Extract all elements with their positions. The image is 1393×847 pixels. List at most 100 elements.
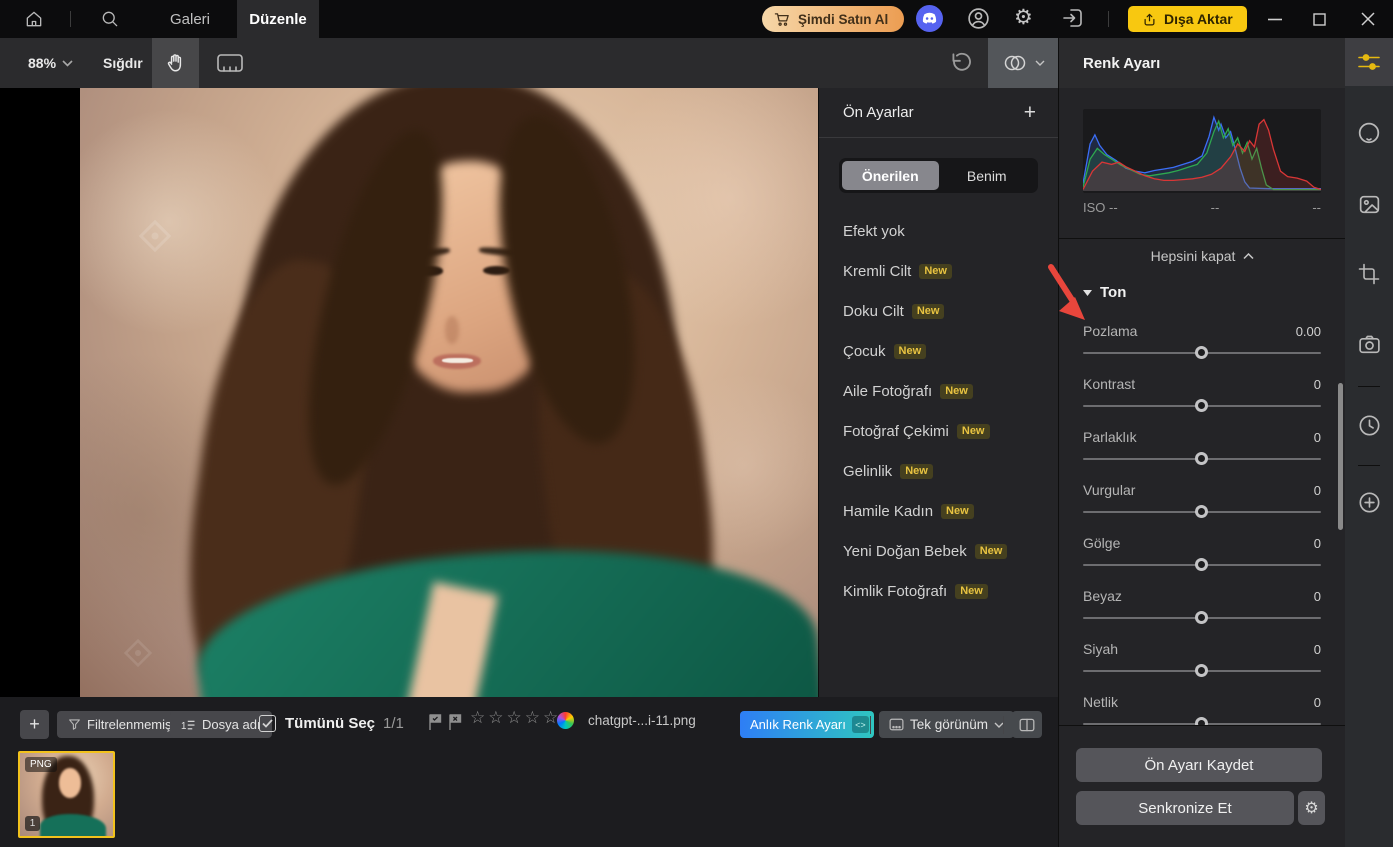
preset-item[interactable]: Çocuk New [819,331,1058,371]
sort-button[interactable]: 1 Dosya adı [170,711,272,738]
thumbnail-selected[interactable]: PNG 1 [18,751,115,838]
bottom-divider [870,716,871,734]
search-icon[interactable] [100,9,120,29]
preset-item[interactable]: Hamile Kadın New [819,491,1058,531]
settings-gear-icon[interactable]: ⚙ [1014,7,1033,28]
select-all-group[interactable]: Tümünü Seç 1/1 [285,710,404,737]
undo-icon[interactable] [948,50,974,76]
add-photo-button[interactable]: + [20,710,49,739]
slider-thumb[interactable] [1195,664,1208,677]
star-icon[interactable]: ☆ [543,709,558,726]
slider-value: 0 [1313,430,1321,445]
star-icon[interactable]: ☆ [507,709,522,726]
photo-portrait[interactable] [80,88,818,697]
preset-tab-onerilen[interactable]: Önerilen [842,161,939,190]
rail-crop-tool[interactable] [1345,250,1393,298]
exit-app-icon[interactable] [1061,6,1085,30]
compare-original-button[interactable] [988,38,1058,88]
chevron-down-icon [1035,60,1044,66]
slider-value: 0.00 [1295,324,1321,339]
filter-button[interactable]: Filtrelenmemiş [57,711,183,738]
split-view-button[interactable] [1012,711,1042,738]
preset-item[interactable]: Fotoğraf Çekimi New [819,411,1058,451]
account-icon[interactable] [966,6,991,31]
buy-now-button[interactable]: Şimdi Satın Al [762,6,905,32]
star-icon[interactable]: ☆ [525,709,540,726]
window-maximize-button[interactable] [1313,13,1326,26]
fit-button[interactable]: Sığdır [103,38,143,88]
rail-background-edit[interactable] [1345,180,1393,228]
preset-item-label: Doku Cilt [843,302,904,320]
slider-thumb[interactable] [1195,558,1208,571]
slider-thumb[interactable] [1195,452,1208,465]
before-after-slider-icon[interactable] [216,52,244,74]
rail-add-tool[interactable] [1345,478,1393,526]
export-button[interactable]: Dışa Aktar [1128,6,1247,32]
new-badge: New [956,423,990,439]
rail-portrait-retouch[interactable] [1345,110,1393,158]
code-badge-icon: <> [851,716,869,733]
flag-reject-icon[interactable] [448,713,462,731]
new-badge: New [900,463,933,479]
preset-item[interactable]: Kremli Cilt New [819,251,1058,291]
slider-label: Beyaz [1083,588,1122,604]
preset-tabs: Önerilen Benim [839,158,1038,193]
preset-item[interactable]: Gelinlik New [819,451,1058,491]
preset-item[interactable]: Aile Fotoğrafı New [819,371,1058,411]
sync-settings-button[interactable]: ⚙ [1298,791,1325,825]
instant-color-button[interactable]: Anlık Renk Ayarı <> [740,711,874,738]
slider-thumb[interactable] [1195,611,1208,624]
slider-thumb[interactable] [1195,346,1208,359]
slider-thumb[interactable] [1195,399,1208,412]
slider-thumb[interactable] [1195,505,1208,518]
preset-tab-benim[interactable]: Benim [939,161,1036,190]
sync-button[interactable]: Senkronize Et [1076,791,1294,825]
view-mode-dropdown[interactable]: Tek görünüm [879,711,1015,738]
filename-text: chatgpt-...i-11.png [588,713,696,728]
preset-item[interactable]: Kimlik Fotoğrafı New [819,571,1058,611]
home-icon[interactable] [24,9,44,29]
add-preset-button[interactable]: + [1024,102,1036,123]
flag-pick-icon[interactable] [428,713,442,731]
new-badge: New [955,583,988,599]
color-label-wheel[interactable] [557,712,574,729]
hand-icon [167,54,181,72]
funnel-icon [69,719,80,730]
canvas-area[interactable] [0,88,818,697]
iso-value: ISO -- [1083,200,1118,215]
preset-item[interactable]: Yeni Doğan Bebek New [819,531,1058,571]
save-preset-button[interactable]: Ön Ayarı Kaydet [1076,748,1322,782]
watermark-logo-2 [118,633,158,673]
window-minimize-button[interactable] [1268,18,1282,21]
bottom-divider-2 [1003,716,1004,734]
tab-duzenle[interactable]: Düzenle [237,0,319,38]
rail-adjustments-active[interactable] [1345,38,1393,86]
discord-icon[interactable] [916,5,943,32]
preset-item[interactable]: Efekt yok [819,211,1058,251]
select-all-label: Tümünü Seç [285,715,376,732]
zoom-level-dropdown[interactable]: 88% [28,38,73,88]
tab-galeri[interactable]: Galeri [160,0,220,38]
panel-scrollbar[interactable] [1338,383,1343,530]
slider-value: 0 [1313,377,1321,392]
clock-icon [1358,414,1380,436]
preset-item-label: Kremli Cilt [843,262,912,280]
right-tool-rail [1345,38,1393,847]
preset-item[interactable]: Doku Cilt New [819,291,1058,331]
tab-duzenle-label: Düzenle [249,10,307,28]
meta-value-1: -- [1210,200,1220,215]
preset-item-label: Gelinlik [843,462,893,480]
rail-camera-settings[interactable] [1345,320,1393,368]
slider-thumb[interactable] [1195,717,1208,725]
hand-tool-button[interactable] [152,38,199,88]
star-icon[interactable]: ☆ [488,709,503,726]
window-close-button[interactable] [1361,12,1375,26]
star-icon[interactable]: ☆ [470,709,485,726]
zoom-level-value: 88% [28,55,57,71]
select-all-checkbox[interactable] [259,715,276,732]
preset-item-label: Aile Fotoğrafı [843,382,933,400]
compare-circles-icon [1004,55,1025,71]
split-view-icon [1019,718,1035,731]
rail-history[interactable] [1345,401,1393,449]
collapse-all-button[interactable]: Hepsini kapat [1059,248,1345,264]
